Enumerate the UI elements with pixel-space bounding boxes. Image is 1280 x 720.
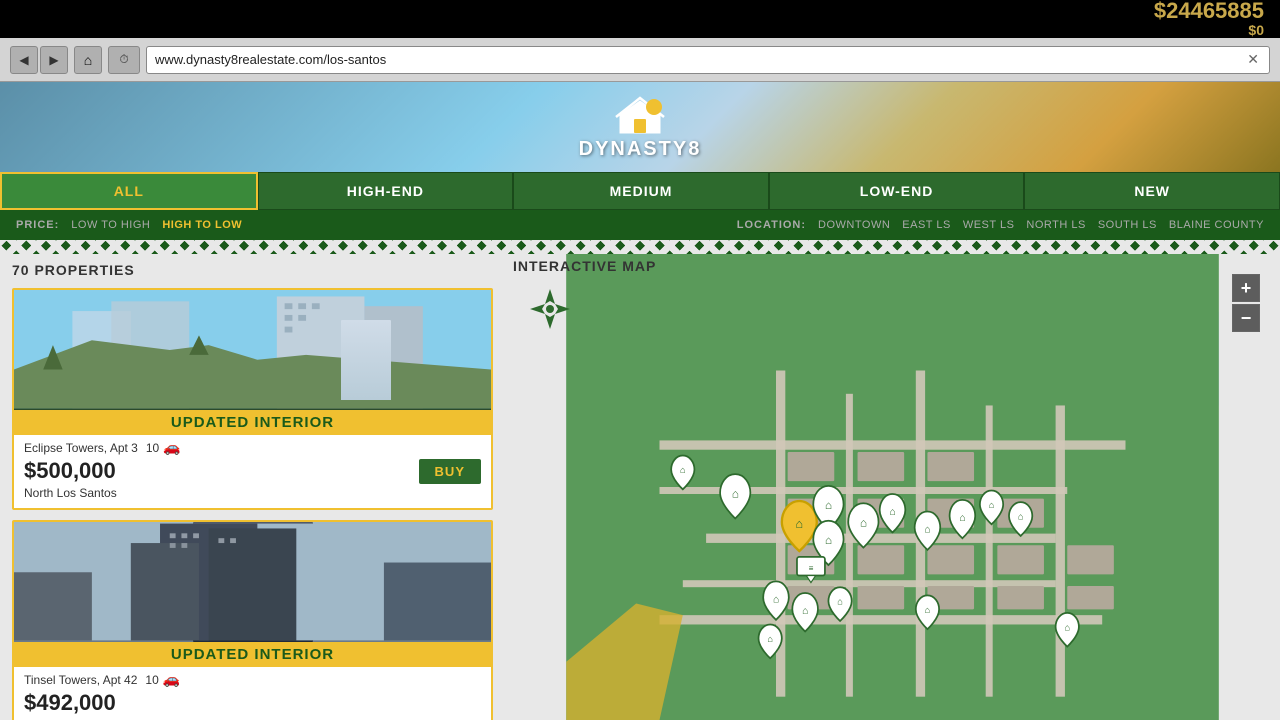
svg-text:⌂: ⌂	[802, 606, 808, 617]
close-url-button[interactable]: ✕	[1245, 49, 1261, 70]
interactive-map-label: INTERACTIVE MAP	[513, 258, 656, 274]
history-icon: ⏱	[119, 52, 128, 67]
tab-high-end[interactable]: HIGH-END	[258, 172, 514, 210]
hero-banner: DYNASTY8	[0, 82, 1280, 172]
filter-west-ls[interactable]: WEST LS	[963, 219, 1015, 231]
money-display: $24465885 $0	[1154, 0, 1264, 38]
tinsel-garage-count: 10	[145, 673, 158, 687]
tab-new[interactable]: NEW	[1024, 172, 1280, 210]
filter-east-ls[interactable]: EAST LS	[902, 219, 951, 231]
eclipse-garage: 10 🚗	[146, 439, 181, 456]
browser-chrome: ◀ ▶ ⌂ ⏱ www.dynasty8realestate.com/los-s…	[0, 38, 1280, 82]
filter-blaine-county[interactable]: BLAINE COUNTY	[1169, 219, 1264, 231]
nav-tabs: ALL HIGH-END MEDIUM LOW-END NEW	[0, 172, 1280, 210]
property-card-tinsel[interactable]: UPDATED INTERIOR Tinsel Towers, Apt 42 1…	[12, 520, 493, 720]
tinsel-price: $492,000	[24, 690, 116, 716]
eclipse-name-row: Eclipse Towers, Apt 3 10 🚗	[24, 439, 481, 456]
properties-panel: 70 PROPERTIES	[0, 254, 505, 720]
content-area: 70 PROPERTIES	[0, 254, 1280, 720]
svg-text:⌂: ⌂	[773, 594, 779, 605]
eclipse-location: North Los Santos	[24, 486, 481, 500]
filter-low-to-high[interactable]: LOW TO HIGH	[71, 219, 150, 231]
svg-text:⌂: ⌂	[837, 597, 843, 607]
map-panel: INTERACTIVE MAP	[505, 254, 1280, 720]
svg-text:⌂: ⌂	[825, 499, 832, 512]
map-zoom-controls: + −	[1232, 274, 1260, 332]
svg-text:⌂: ⌂	[959, 513, 965, 524]
tab-all[interactable]: ALL	[0, 172, 258, 210]
eclipse-buy-button[interactable]: BUY	[419, 459, 481, 484]
back-button[interactable]: ◀	[10, 46, 38, 74]
back-icon: ◀	[19, 53, 28, 67]
logo-wrap: DYNASTY8	[579, 93, 702, 161]
home-button[interactable]: ⌂	[74, 46, 102, 74]
eclipse-garage-icon: 🚗	[163, 439, 180, 456]
location-filter-label: LOCATION:	[737, 219, 806, 231]
tinsel-name-row: Tinsel Towers, Apt 42 10 🚗	[24, 671, 481, 688]
eclipse-updated-badge: UPDATED INTERIOR	[14, 410, 491, 435]
url-text: www.dynasty8realestate.com/los-santos	[155, 52, 1245, 67]
zigzag-divider	[0, 240, 1280, 254]
top-bar: $24465885 $0	[0, 0, 1280, 38]
price-filter-label: PRICE:	[16, 219, 59, 231]
tinsel-name: Tinsel Towers, Apt 42	[24, 673, 137, 687]
svg-text:⌂: ⌂	[925, 605, 931, 615]
tinsel-garage: 10 🚗	[145, 671, 180, 688]
tinsel-price-row: $492,000	[24, 690, 481, 716]
eclipse-garage-count: 10	[146, 441, 159, 455]
svg-text:⌂: ⌂	[732, 487, 739, 500]
website: DYNASTY8 ALL HIGH-END MEDIUM LOW-END NEW…	[0, 82, 1280, 720]
url-bar[interactable]: www.dynasty8realestate.com/los-santos ✕	[146, 46, 1270, 74]
svg-text:⌂: ⌂	[795, 516, 803, 531]
svg-text:⌂: ⌂	[1064, 622, 1070, 632]
forward-icon: ▶	[49, 53, 58, 67]
money-amount: $24465885	[1154, 0, 1264, 22]
svg-text:≡: ≡	[809, 564, 814, 573]
property-card-eclipse[interactable]: UPDATED INTERIOR Eclipse Towers, Apt 3 1…	[12, 288, 493, 510]
tinsel-garage-icon: 🚗	[163, 671, 180, 688]
compass	[525, 284, 575, 334]
svg-text:⌂: ⌂	[1018, 512, 1024, 522]
svg-text:⌂: ⌂	[767, 634, 773, 644]
eclipse-price: $500,000	[24, 458, 116, 484]
eclipse-name: Eclipse Towers, Apt 3	[24, 441, 138, 455]
tinsel-towers-image	[14, 522, 491, 642]
tab-low-end[interactable]: LOW-END	[769, 172, 1025, 210]
properties-header: 70 PROPERTIES	[12, 262, 493, 278]
zoom-in-button[interactable]: +	[1232, 274, 1260, 302]
filter-south-ls[interactable]: SOUTH LS	[1098, 219, 1157, 231]
map-svg: ⌂ ⌂ ⌂ ⌂	[505, 254, 1280, 720]
filter-bar: PRICE: LOW TO HIGH HIGH TO LOW LOCATION:…	[0, 210, 1280, 240]
tinsel-info: Tinsel Towers, Apt 42 10 🚗 $492,000 Nort…	[14, 667, 491, 720]
history-button[interactable]: ⏱	[108, 46, 140, 74]
filter-north-ls[interactable]: NORTH LS	[1026, 219, 1085, 231]
eclipse-price-row: $500,000 BUY	[24, 458, 481, 484]
filter-downtown[interactable]: DOWNTOWN	[818, 219, 890, 231]
svg-text:⌂: ⌂	[860, 517, 867, 530]
svg-text:⌂: ⌂	[825, 534, 832, 547]
forward-button[interactable]: ▶	[40, 46, 68, 74]
svg-text:⌂: ⌂	[924, 524, 930, 535]
svg-text:⌂: ⌂	[889, 507, 895, 518]
filter-high-to-low[interactable]: HIGH TO LOW	[162, 219, 242, 231]
money-sub: $0	[1248, 22, 1264, 38]
svg-text:⌂: ⌂	[680, 465, 686, 475]
tinsel-updated-badge: UPDATED INTERIOR	[14, 642, 491, 667]
properties-count: 70 PROPERTIES	[12, 262, 135, 278]
eclipse-info: Eclipse Towers, Apt 3 10 🚗 $500,000 BUY …	[14, 435, 491, 508]
eclipse-towers-image	[14, 290, 491, 410]
nav-buttons: ◀ ▶	[10, 46, 68, 74]
svg-text:⌂: ⌂	[989, 500, 995, 510]
map-container: ⌂ ⌂ ⌂ ⌂	[505, 254, 1280, 720]
home-icon: ⌂	[84, 52, 92, 68]
tab-medium[interactable]: MEDIUM	[513, 172, 769, 210]
logo-text: DYNASTY8	[579, 138, 702, 161]
zoom-out-button[interactable]: −	[1232, 304, 1260, 332]
dynasty8-logo-icon	[610, 93, 670, 143]
